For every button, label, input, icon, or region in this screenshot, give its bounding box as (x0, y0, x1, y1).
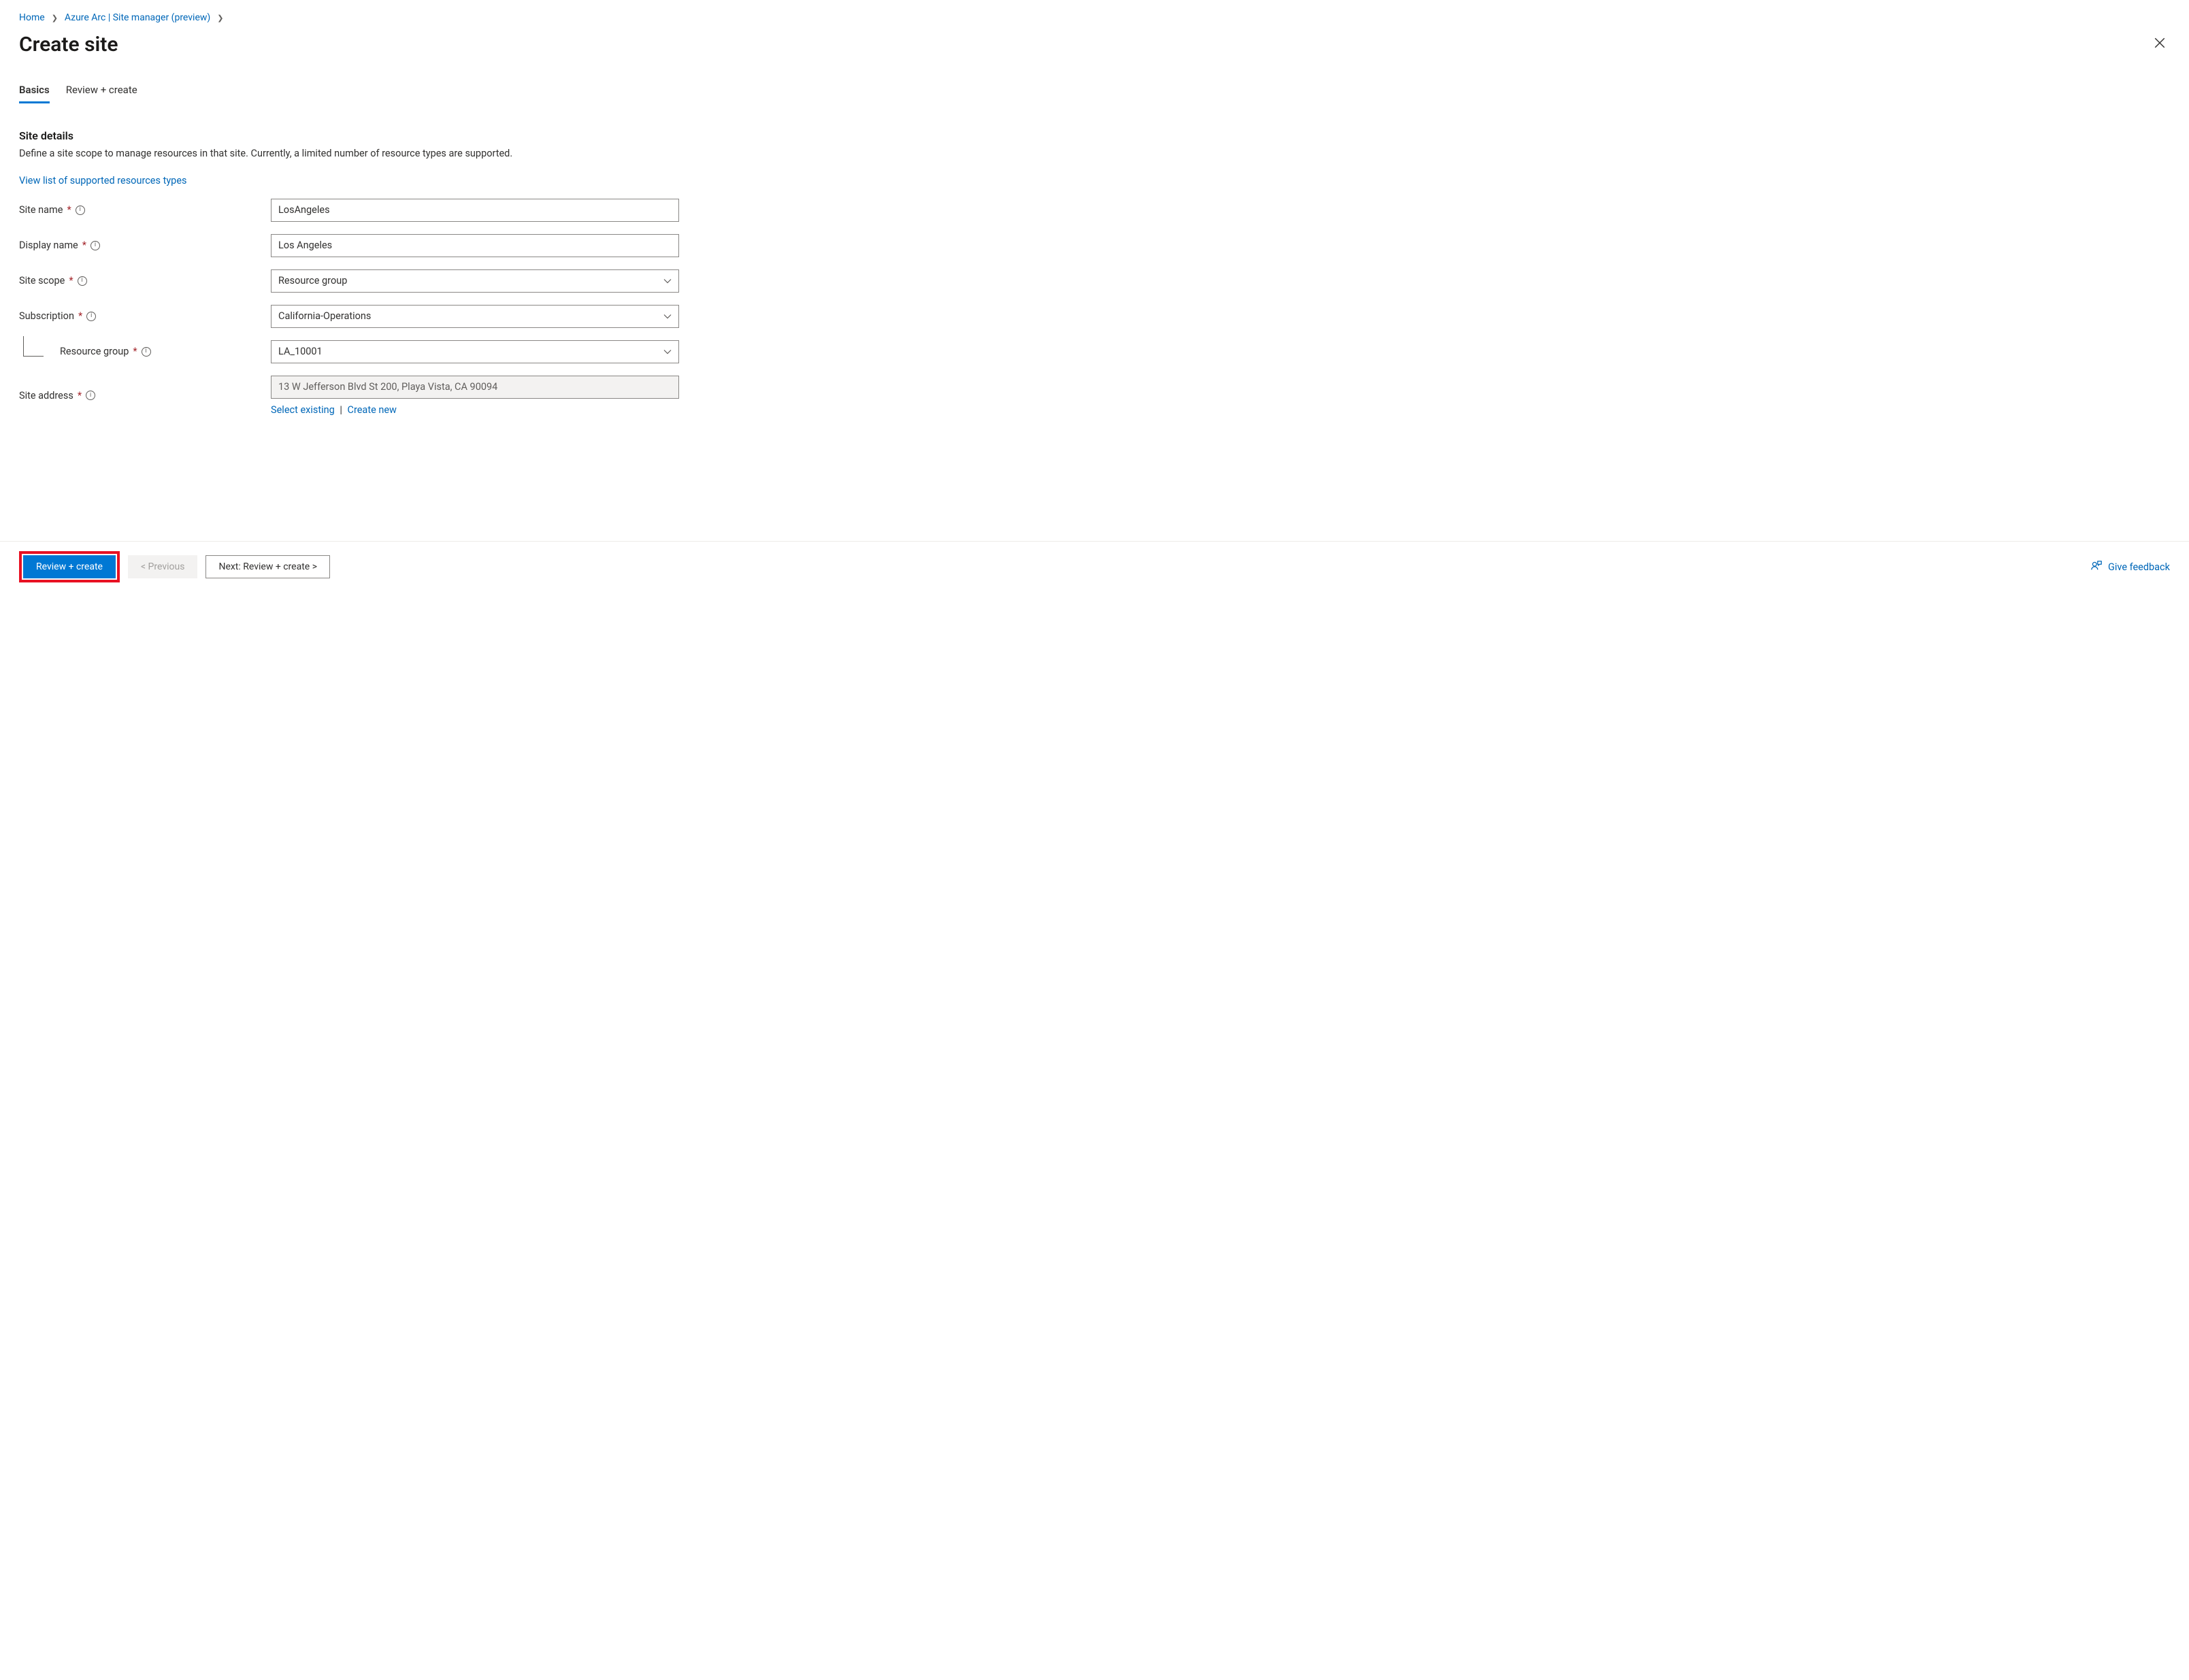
breadcrumb: Home ❯ Azure Arc | Site manager (preview… (19, 12, 2170, 23)
tabs: Basics Review + create (19, 84, 2170, 103)
supported-resources-link[interactable]: View list of supported resources types (19, 175, 187, 186)
close-icon[interactable] (2150, 33, 2170, 56)
site-name-label: Site name (19, 204, 63, 216)
info-icon[interactable]: i (86, 391, 95, 400)
previous-button: < Previous (128, 555, 197, 578)
info-icon[interactable]: i (86, 312, 96, 321)
required-indicator: * (78, 390, 82, 401)
site-name-input[interactable] (271, 199, 679, 222)
info-icon[interactable]: i (76, 205, 85, 215)
subscription-select[interactable]: California-Operations (271, 305, 679, 328)
required-indicator: * (133, 346, 137, 357)
chevron-right-icon: ❯ (217, 14, 223, 22)
chevron-right-icon: ❯ (52, 14, 58, 22)
required-indicator: * (69, 275, 73, 286)
info-icon[interactable]: i (90, 241, 100, 250)
select-existing-link[interactable]: Select existing (271, 404, 335, 416)
tab-review-create[interactable]: Review + create (66, 84, 137, 103)
display-name-input[interactable] (271, 234, 679, 257)
tab-basics[interactable]: Basics (19, 84, 50, 103)
next-button[interactable]: Next: Review + create > (205, 555, 330, 578)
feedback-icon (2090, 559, 2103, 574)
footer: Review + create < Previous Next: Review … (0, 541, 2189, 592)
required-indicator: * (82, 240, 86, 251)
create-new-link[interactable]: Create new (348, 404, 397, 416)
tree-connector-icon (23, 336, 44, 357)
resource-group-select[interactable]: LA_10001 (271, 340, 679, 363)
subscription-label: Subscription (19, 310, 74, 322)
review-create-button[interactable]: Review + create (23, 555, 116, 578)
give-feedback-label: Give feedback (2108, 561, 2170, 573)
info-icon[interactable]: i (78, 276, 87, 286)
site-scope-label: Site scope (19, 275, 65, 286)
section-title: Site details (19, 129, 2170, 142)
info-icon[interactable]: i (142, 347, 151, 357)
breadcrumb-arc[interactable]: Azure Arc | Site manager (preview) (65, 12, 210, 23)
site-address-input: 13 W Jefferson Blvd St 200, Playa Vista,… (271, 376, 679, 399)
site-scope-select[interactable]: Resource group (271, 269, 679, 293)
site-address-label: Site address (19, 390, 73, 401)
page-title: Create site (19, 33, 118, 56)
resource-group-label: Resource group (60, 346, 129, 357)
give-feedback-link[interactable]: Give feedback (2090, 559, 2170, 574)
section-description: Define a site scope to manage resources … (19, 146, 2170, 161)
divider: | (340, 404, 342, 416)
required-indicator: * (78, 310, 82, 322)
highlight-annotation: Review + create (19, 551, 120, 582)
display-name-label: Display name (19, 240, 78, 251)
breadcrumb-home[interactable]: Home (19, 12, 45, 23)
required-indicator: * (67, 204, 71, 216)
